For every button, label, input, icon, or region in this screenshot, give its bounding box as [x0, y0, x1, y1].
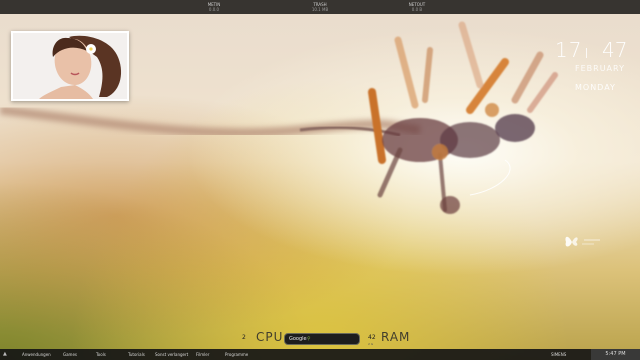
search-icon[interactable]: ⚲ — [307, 336, 311, 342]
clock-hour: 17 — [555, 38, 583, 62]
photo-frame[interactable] — [11, 31, 129, 101]
ram-value: 42 — [368, 334, 376, 341]
butterfly-icon — [565, 236, 600, 247]
search-label: Google — [289, 336, 307, 342]
tray-label[interactable]: SIMENS — [551, 352, 566, 357]
taskbar-clock[interactable]: 5:47 PM — [591, 349, 640, 360]
taskbar-item-tools[interactable]: Tools — [96, 352, 106, 357]
cpu-label: CPU — [256, 330, 284, 344]
search-bar[interactable]: Google ⚲ — [284, 333, 360, 345]
clock-day: MONDAY — [575, 83, 616, 92]
ram-label: RAM — [381, 330, 411, 344]
taskbar-item-programme[interactable]: Programme — [225, 352, 248, 357]
clock-separator — [586, 48, 587, 58]
taskbar-item-anwendungen[interactable]: Anwendungen — [22, 352, 51, 357]
taskbar-item-filmler[interactable]: Filmler — [196, 352, 209, 357]
ram-total: 2 G — [368, 342, 374, 346]
clock-minute: 47 — [602, 38, 628, 62]
taskbar-item-tutorials[interactable]: Tutorials — [128, 352, 145, 357]
taskbar-item-sonst[interactable]: Sonst verlangert — [155, 352, 188, 357]
start-button[interactable]: ▲ — [3, 351, 7, 357]
taskbar: ▲ Anwendungen Games Tools Tutorials Sons… — [0, 349, 640, 360]
cpu-value: 2 — [242, 334, 246, 341]
portrait-image — [13, 33, 127, 99]
taskbar-item-games[interactable]: Games — [63, 352, 77, 357]
clock-month: FEBRUARY — [575, 64, 625, 73]
